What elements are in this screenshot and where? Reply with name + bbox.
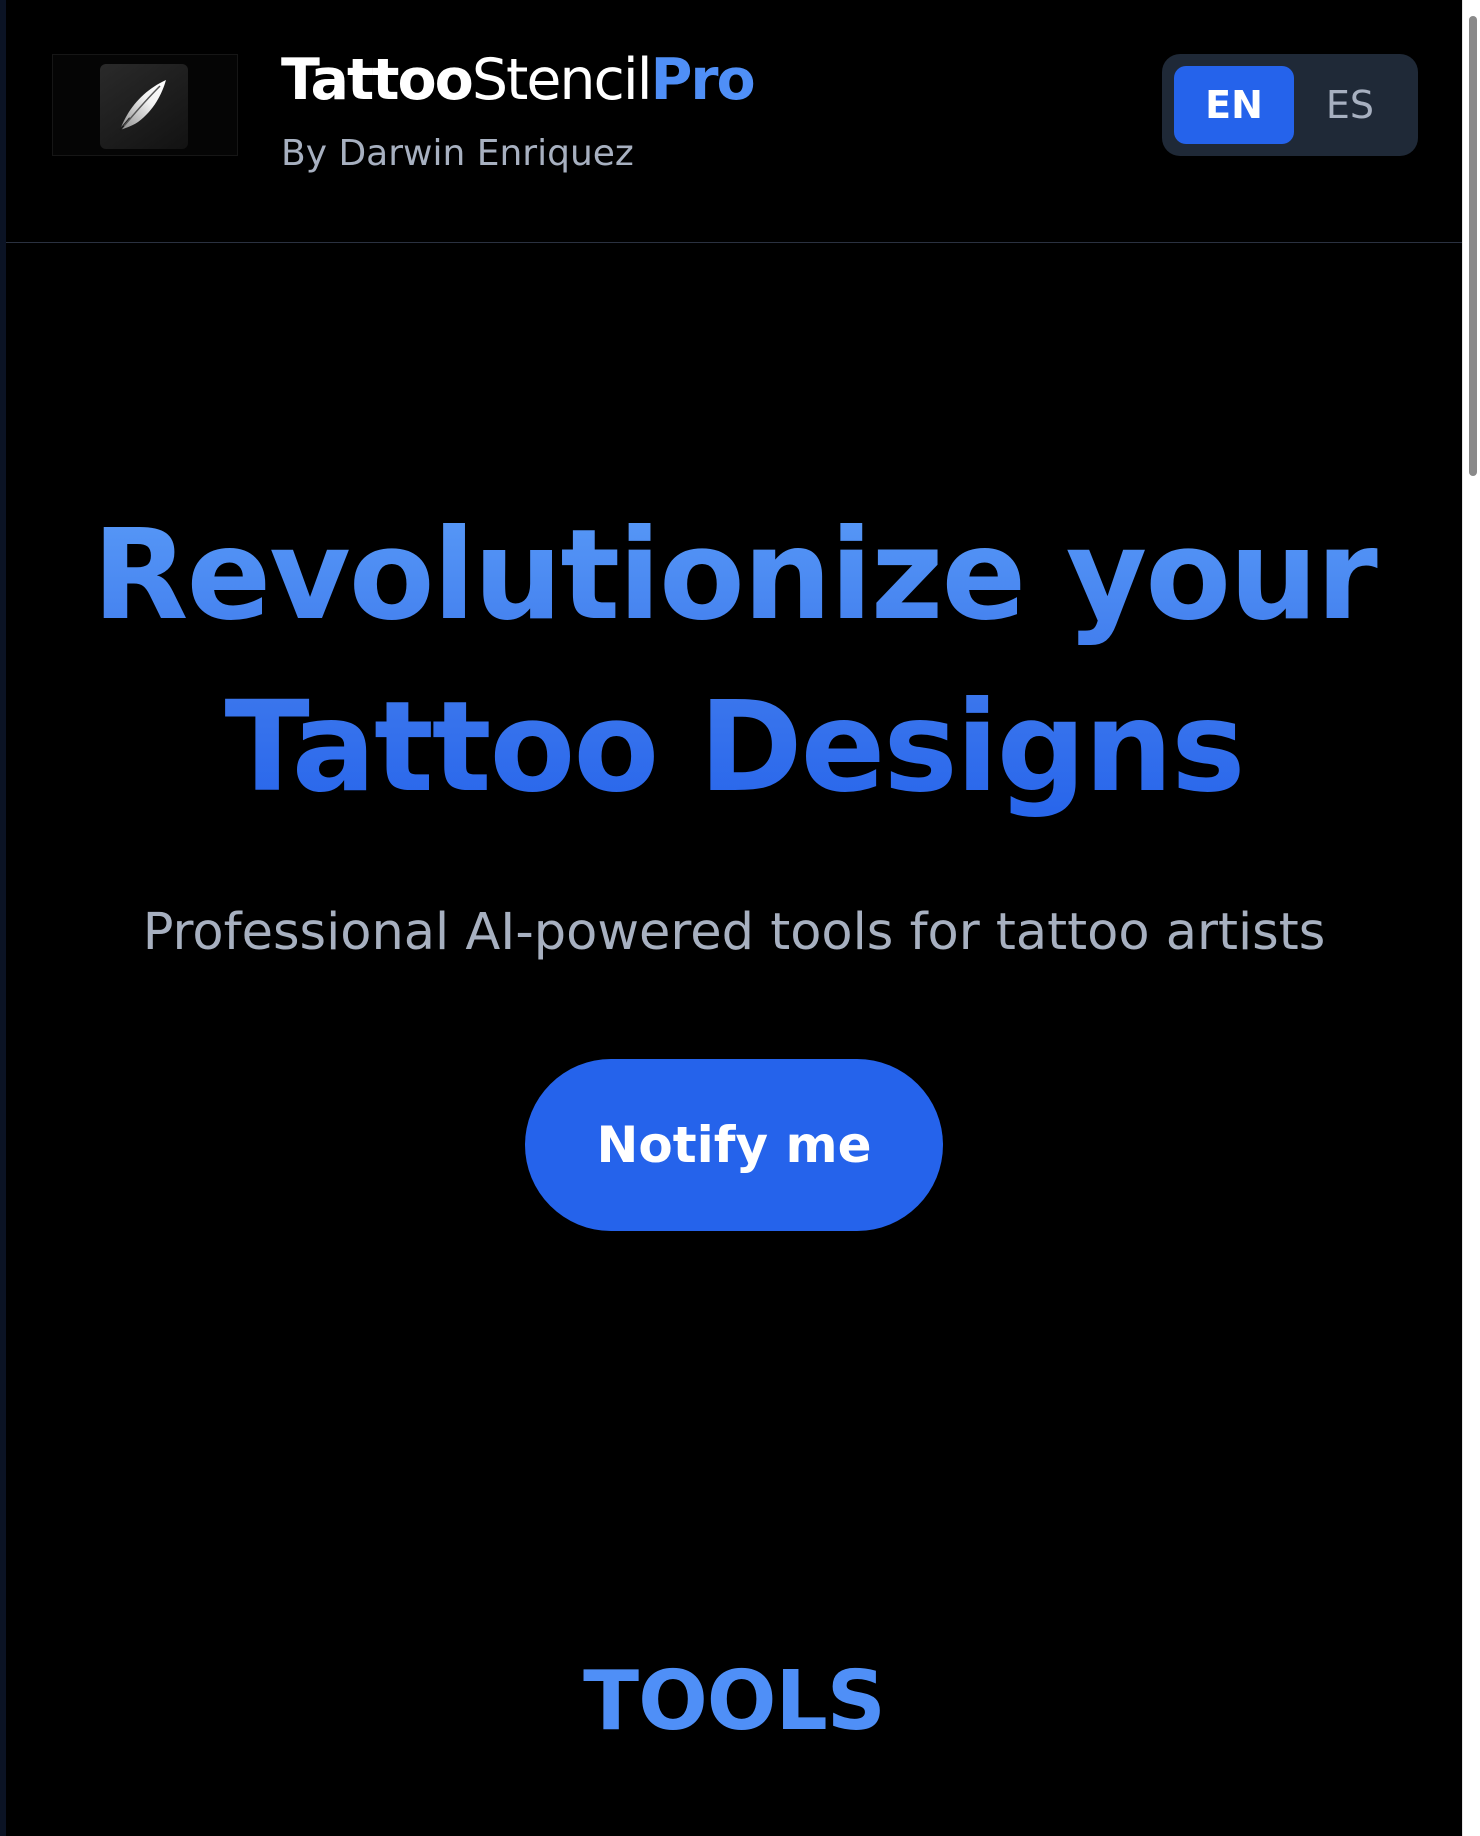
page: TattooStencilPro By Darwin Enriquez EN E…: [6, 0, 1462, 1836]
brand-part-pro: Pro: [650, 47, 756, 113]
language-es-button[interactable]: ES: [1290, 66, 1410, 144]
brand-part-tattoo: Tattoo: [281, 47, 474, 113]
brand-part-stencil: Stencil: [471, 47, 653, 113]
hero-title: Revolutionize your Tattoo Designs: [6, 490, 1462, 834]
notify-me-button[interactable]: Notify me: [525, 1059, 943, 1231]
hero-title-line-2: Tattoo Designs: [224, 675, 1244, 820]
site-header: TattooStencilPro By Darwin Enriquez EN E…: [6, 0, 1462, 243]
language-en-button[interactable]: EN: [1174, 66, 1294, 144]
brand-byline: By Darwin Enriquez: [281, 133, 634, 174]
logo[interactable]: [52, 54, 238, 156]
brand-name[interactable]: TattooStencilPro: [281, 40, 756, 120]
tools-section-heading: TOOLS: [583, 1654, 886, 1749]
language-toggle: EN ES: [1162, 54, 1418, 156]
vertical-scrollbar[interactable]: [1462, 0, 1480, 1836]
feather-quill-icon: [100, 64, 188, 149]
scrollbar-thumb[interactable]: [1469, 16, 1477, 476]
hero-subtitle: Professional AI-powered tools for tattoo…: [142, 903, 1326, 962]
hero-title-line-1: Revolutionize your: [92, 503, 1376, 648]
